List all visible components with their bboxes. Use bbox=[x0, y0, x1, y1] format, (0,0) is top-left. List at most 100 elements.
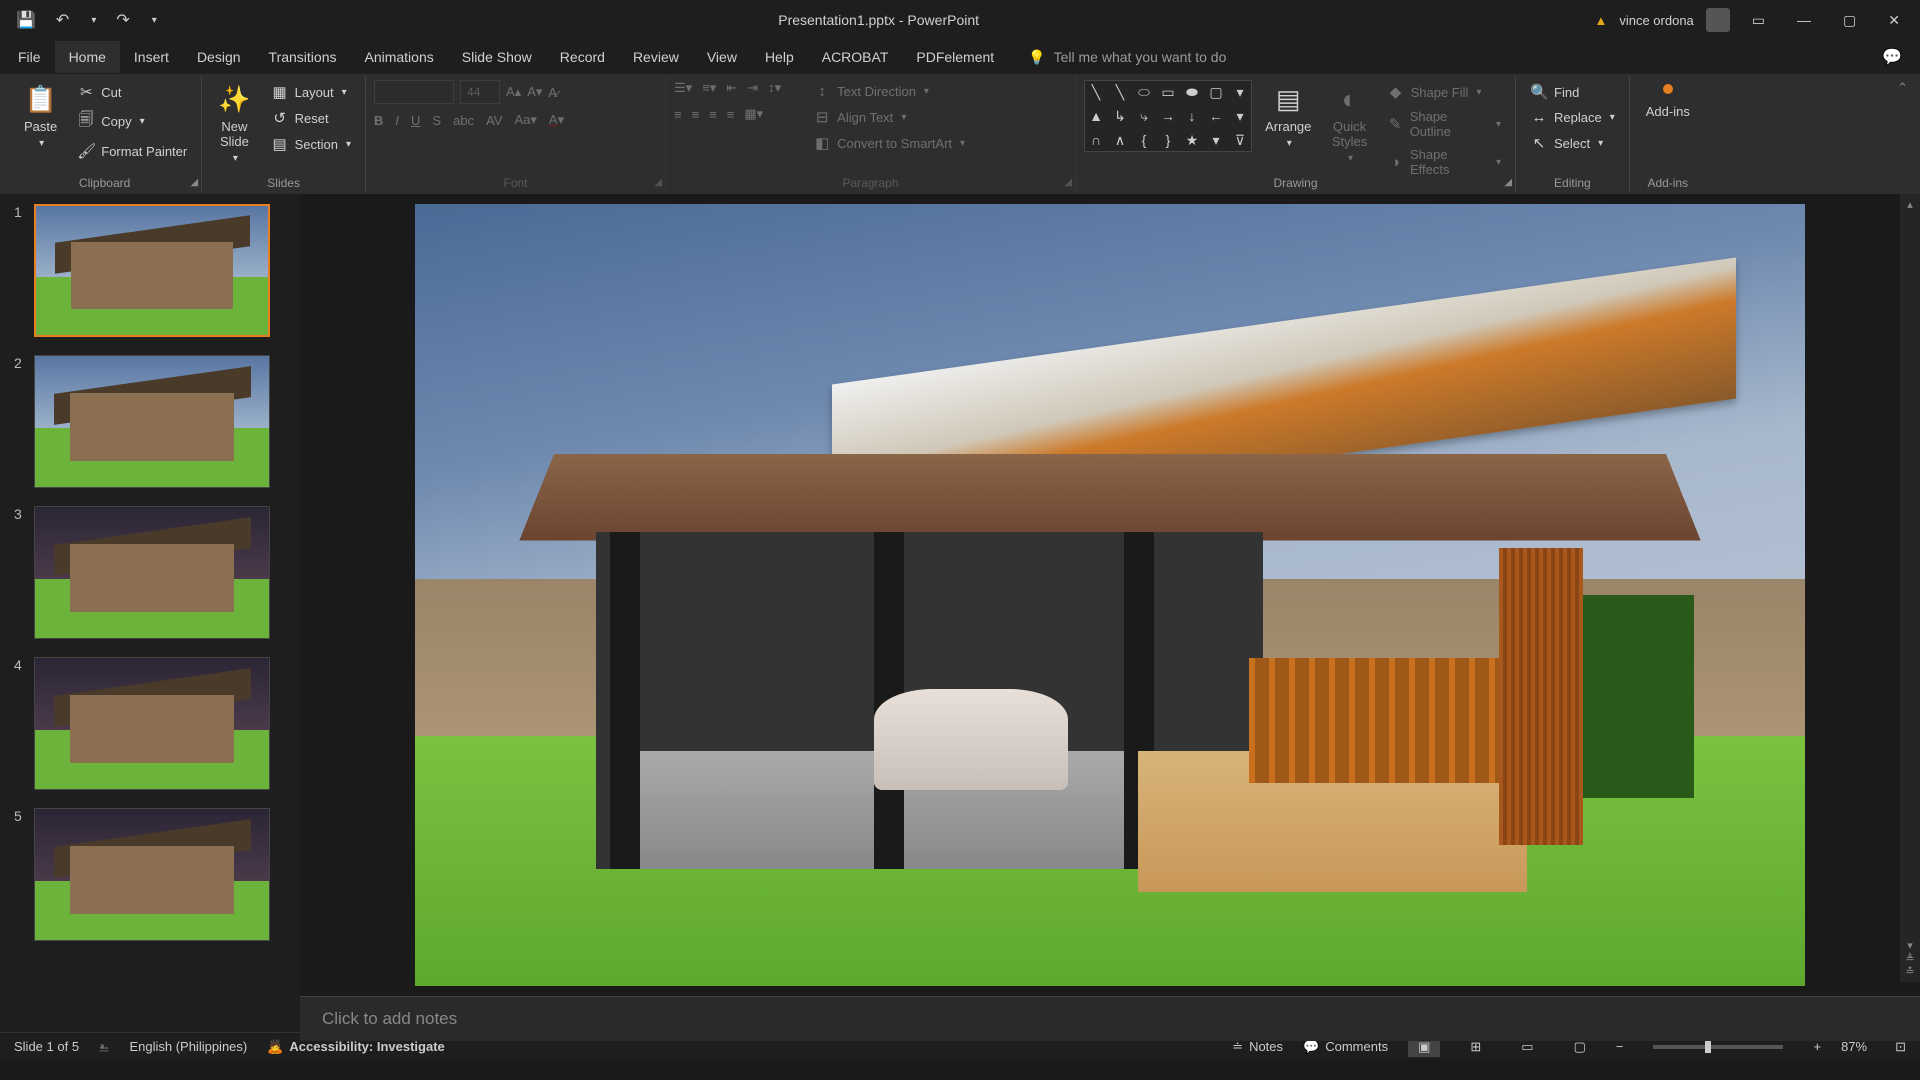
tab-pdfelement[interactable]: PDFelement bbox=[902, 41, 1008, 73]
tab-slideshow[interactable]: Slide Show bbox=[448, 41, 546, 73]
clear-format-icon[interactable]: A̷ bbox=[548, 85, 557, 100]
tab-design[interactable]: Design bbox=[183, 41, 255, 73]
case-button[interactable]: Aa▾ bbox=[514, 112, 536, 128]
zoom-in-button[interactable]: + bbox=[1813, 1039, 1821, 1054]
tab-file[interactable]: File bbox=[4, 41, 55, 73]
slide-thumbnail[interactable]: 4 bbox=[14, 657, 286, 790]
select-button[interactable]: ↖Select▾ bbox=[1524, 131, 1621, 155]
zoom-level[interactable]: 87% bbox=[1841, 1039, 1867, 1054]
tab-animations[interactable]: Animations bbox=[350, 41, 447, 73]
slide-thumbnail-panel[interactable]: 1 2 3 4 5 bbox=[0, 194, 300, 1032]
undo-button[interactable]: ↶ bbox=[50, 8, 75, 32]
arrange-button[interactable]: ▤ Arrange▾ bbox=[1258, 80, 1319, 153]
zoom-slider[interactable] bbox=[1653, 1045, 1783, 1049]
columns-button[interactable]: ▦▾ bbox=[744, 106, 763, 122]
font-size-input[interactable] bbox=[460, 80, 500, 104]
section-button[interactable]: ▤Section▾ bbox=[265, 132, 357, 156]
redo-button[interactable]: ↷ bbox=[110, 8, 135, 32]
format-painter-button[interactable]: 🖌Format Painter bbox=[71, 139, 193, 163]
paragraph-launcher[interactable]: ◢ bbox=[1064, 177, 1072, 188]
current-slide[interactable] bbox=[415, 204, 1805, 986]
font-color-button[interactable]: A▾ bbox=[549, 112, 564, 128]
undo-dropdown[interactable]: ▾ bbox=[85, 13, 102, 28]
justify-button[interactable]: ≡ bbox=[727, 107, 735, 122]
tab-transitions[interactable]: Transitions bbox=[255, 41, 351, 73]
tab-review[interactable]: Review bbox=[619, 41, 693, 73]
numbering-button[interactable]: ≡▾ bbox=[702, 80, 716, 96]
font-launcher[interactable]: ◢ bbox=[654, 177, 662, 188]
scroll-down-icon[interactable]: ▾ bbox=[1907, 939, 1913, 952]
clipboard-launcher[interactable]: ◢ bbox=[191, 177, 199, 188]
new-slide-button[interactable]: ✨ New Slide ▾ bbox=[210, 80, 258, 168]
find-button[interactable]: 🔍Find bbox=[1524, 80, 1621, 104]
thumb-preview[interactable] bbox=[34, 506, 270, 639]
align-right-button[interactable]: ≡ bbox=[709, 107, 717, 122]
share-button[interactable]: 💬 bbox=[1868, 47, 1916, 67]
language-indicator[interactable]: English (Philippines) bbox=[129, 1039, 247, 1054]
line-spacing-button[interactable]: ↕▾ bbox=[768, 80, 781, 96]
maximize-button[interactable]: ▢ bbox=[1833, 12, 1866, 29]
paste-button[interactable]: 📋 Paste ▾ bbox=[16, 80, 65, 153]
italic-button[interactable]: I bbox=[395, 113, 399, 128]
zoom-out-button[interactable]: − bbox=[1616, 1039, 1624, 1054]
vertical-scrollbar[interactable]: ▴ ▾ ≜ ≛ bbox=[1900, 194, 1920, 982]
user-avatar[interactable] bbox=[1706, 8, 1730, 32]
collapse-ribbon-button[interactable]: ⌃ bbox=[1893, 76, 1912, 192]
qat-customize[interactable]: ▾ bbox=[146, 13, 163, 28]
decrease-indent-button[interactable]: ⇤ bbox=[726, 80, 737, 96]
slide-canvas[interactable] bbox=[300, 194, 1920, 996]
reset-button[interactable]: ↺Reset bbox=[265, 106, 357, 130]
smartart-button[interactable]: ◧Convert to SmartArt▾ bbox=[807, 131, 971, 155]
bold-button[interactable]: B bbox=[374, 113, 383, 128]
spellcheck-icon[interactable]: ⎁ bbox=[99, 1039, 109, 1055]
slide-thumbnail[interactable]: 1 bbox=[14, 204, 286, 337]
spacing-button[interactable]: AV bbox=[486, 113, 502, 128]
tab-record[interactable]: Record bbox=[546, 41, 619, 73]
slide-counter[interactable]: Slide 1 of 5 bbox=[14, 1039, 79, 1054]
thumb-preview[interactable] bbox=[34, 204, 270, 337]
decrease-font-icon[interactable]: A▾ bbox=[527, 84, 542, 100]
shape-fill-button[interactable]: ◆Shape Fill▾ bbox=[1381, 80, 1507, 104]
slide-thumbnail[interactable]: 2 bbox=[14, 355, 286, 488]
tab-help[interactable]: Help bbox=[751, 41, 808, 73]
drawing-launcher[interactable]: ◢ bbox=[1504, 177, 1512, 188]
cut-button[interactable]: ✂Cut bbox=[71, 80, 193, 104]
thumb-preview[interactable] bbox=[34, 808, 270, 941]
shadow-button[interactable]: abc bbox=[453, 113, 474, 128]
quick-styles-button[interactable]: ◐ Quick Styles▾ bbox=[1325, 80, 1375, 168]
shape-outline-button[interactable]: ✎Shape Outline▾ bbox=[1381, 106, 1507, 142]
copy-button[interactable]: 🗐Copy▾ bbox=[71, 106, 193, 137]
next-slide-icon[interactable]: ≛ bbox=[1905, 965, 1914, 978]
slide-thumbnail[interactable]: 5 bbox=[14, 808, 286, 941]
save-button[interactable]: 💾 bbox=[10, 8, 42, 32]
minimize-button[interactable]: — bbox=[1787, 12, 1821, 28]
addins-button[interactable]: Add-ins bbox=[1638, 80, 1698, 123]
close-button[interactable]: ✕ bbox=[1878, 12, 1910, 29]
align-center-button[interactable]: ≡ bbox=[692, 107, 700, 122]
thumb-preview[interactable] bbox=[34, 355, 270, 488]
shapes-gallery[interactable]: ╲╲⬭▭⬬▢▾ ▲↳⤷→↓←▾ ∩∧{}★▾⊽ bbox=[1084, 80, 1252, 152]
tab-view[interactable]: View bbox=[693, 41, 751, 73]
font-family-input[interactable] bbox=[374, 80, 454, 104]
slide-thumbnail[interactable]: 3 bbox=[14, 506, 286, 639]
scroll-up-icon[interactable]: ▴ bbox=[1907, 198, 1913, 211]
align-left-button[interactable]: ≡ bbox=[674, 107, 682, 122]
text-direction-button[interactable]: ↕Text Direction▾ bbox=[807, 80, 971, 103]
align-text-button[interactable]: ⊟Align Text▾ bbox=[807, 105, 971, 129]
tab-home[interactable]: Home bbox=[55, 41, 120, 73]
shape-effects-button[interactable]: ◑Shape Effects▾ bbox=[1381, 144, 1507, 180]
tab-insert[interactable]: Insert bbox=[120, 41, 183, 73]
strikethrough-button[interactable]: S bbox=[432, 113, 441, 128]
notes-pane[interactable]: Click to add notes bbox=[300, 996, 1920, 1041]
prev-slide-icon[interactable]: ≜ bbox=[1905, 952, 1914, 965]
tab-acrobat[interactable]: ACROBAT bbox=[808, 41, 903, 73]
increase-indent-button[interactable]: ⇥ bbox=[747, 80, 758, 96]
ribbon-display-options[interactable]: ▭ bbox=[1742, 12, 1775, 29]
replace-button[interactable]: ↔Replace▾ bbox=[1524, 106, 1621, 129]
underline-button[interactable]: U bbox=[411, 113, 420, 128]
thumb-preview[interactable] bbox=[34, 657, 270, 790]
bullets-button[interactable]: ☰▾ bbox=[674, 80, 692, 96]
layout-button[interactable]: ▦Layout▾ bbox=[265, 80, 357, 104]
increase-font-icon[interactable]: A▴ bbox=[506, 84, 521, 100]
tell-me-search[interactable]: 💡 Tell me what you want to do bbox=[1028, 49, 1226, 66]
